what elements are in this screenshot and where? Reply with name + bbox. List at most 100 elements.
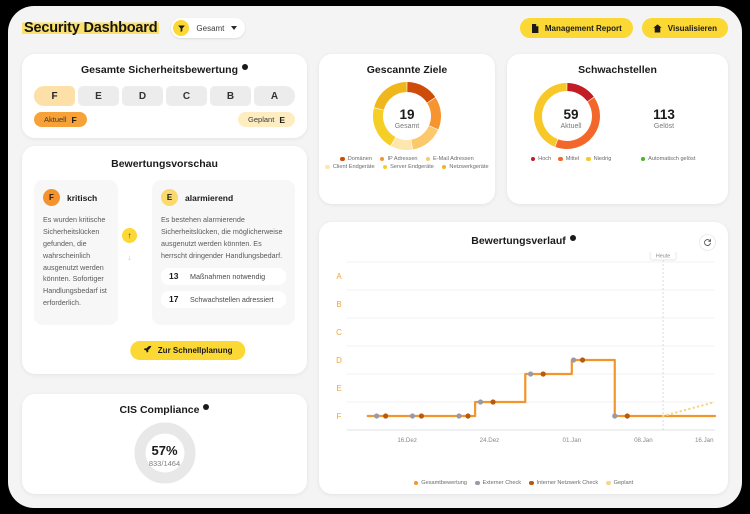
planned-grade-badge: Geplant E [238,112,295,127]
reset-zoom-button[interactable] [699,234,716,251]
history-legend-item[interactable]: Geplant [606,480,633,486]
x-axis-tick-label: 16.Dez [397,437,417,444]
targets-donut-center: 19 Gesamt [371,80,443,157]
info-icon[interactable] [242,64,248,70]
vuln-current-legend-item[interactable]: Niedrig [586,156,611,162]
series-line-geplant[interactable] [663,402,715,416]
scanned-targets-donut: 19 Gesamt [371,80,443,157]
legend-label: Gesamtbewertung [421,480,467,486]
data-point-interner-netzwerk-check[interactable] [419,413,424,418]
data-point-externer-check[interactable] [410,413,415,418]
data-point-externer-check[interactable] [571,357,576,362]
y-axis-tick-label: E [336,384,341,393]
targets-legend-item[interactable]: E-Mail Adressen [426,156,474,162]
y-axis-tick-label: B [336,300,341,309]
legend-label: Client Endgeräte [333,164,375,170]
vulnerabilities-title-text: Schwachstellen [578,64,657,76]
quickplan-button[interactable]: Zur Schnellplanung [130,341,246,360]
data-point-interner-netzwerk-check[interactable] [383,413,388,418]
preview-down-arrow-button[interactable]: ↓ [122,250,137,265]
preview-stat-number: 13 [169,271,181,281]
vuln-current-label: Aktuell [560,123,581,130]
title-area: Security Dashboard Gesamt [22,18,245,38]
scanned-targets-title-text: Gescannte Ziele [367,64,448,76]
scanned-targets-title: Gescannte Ziele [319,64,495,76]
data-point-externer-check[interactable] [374,413,379,418]
score-history-title-text: Bewertungsverlauf [471,235,566,247]
data-point-interner-netzwerk-check[interactable] [580,357,585,362]
targets-legend-item[interactable]: IP Adressen [380,156,418,162]
y-axis-tick-label: C [336,328,342,337]
data-point-interner-netzwerk-check[interactable] [465,413,470,418]
history-legend-item[interactable]: Externer Check [475,480,521,486]
preview-current-text: Es wurden kritische Sicherheitslücken ge… [34,206,118,309]
score-preview-title-text: Bewertungsvorschau [111,158,218,170]
data-point-externer-check[interactable] [478,399,483,404]
scope-filter-value: Gesamt [196,24,224,33]
legend-label: Automatisch gelöst [648,156,695,162]
page-title: Security Dashboard [22,20,159,36]
scope-filter-dropdown[interactable]: Gesamt [171,18,245,38]
data-point-interner-netzwerk-check[interactable] [541,371,546,376]
x-axis-tick-label: 16.Jan [695,437,714,444]
current-grade-value: F [72,115,77,125]
legend-label: IP Adressen [387,156,417,162]
cis-compliance-title: CIS Compliance [22,404,307,416]
vuln-current-legend-item[interactable]: Hoch [531,156,552,162]
dashboard-header: Security Dashboard Gesamt Management Rep… [8,6,742,46]
targets-total-label: Gesamt [395,123,420,130]
history-legend-item[interactable]: Gesamtbewertung [414,480,467,486]
data-point-externer-check[interactable] [456,413,461,418]
cis-compliance-title-text: CIS Compliance [120,404,200,416]
preview-up-arrow-button[interactable]: ↑ [122,228,137,243]
chevron-down-icon [231,26,237,30]
overall-score-title: Gesamte Sicherheitsbewertung [22,64,307,76]
score-history-plot[interactable]: ABCDEFHeute16.Dez24.Dez01.Jan08.Jan16.Ja… [319,252,728,467]
data-point-interner-netzwerk-check[interactable] [625,413,630,418]
history-legend-item[interactable]: Interner Netzwerk Check [529,480,598,486]
targets-legend-item[interactable]: Domänen [340,156,372,162]
legend-label: Niedrig [594,156,612,162]
legend-color-dot [641,157,646,162]
legend-color-dot [340,157,345,162]
funnel-icon [173,20,189,36]
grade-cell-label: B [227,91,234,102]
grade-cell-label: D [139,91,146,102]
legend-color-dot [558,157,563,162]
grade-cell-b[interactable]: B [210,86,251,106]
legend-color-dot [383,165,388,170]
y-axis-tick-label: D [336,356,342,365]
preview-nav-arrows: ↑ ↓ [122,228,137,265]
legend-label: Domänen [348,156,372,162]
grade-cell-e[interactable]: E [78,86,119,106]
info-icon[interactable] [570,235,576,241]
x-axis-tick-label: 24.Dez [480,437,500,444]
visualisieren-button[interactable]: Visualisieren [642,18,728,38]
targets-legend-item[interactable]: Netzwerkgeräte [442,164,489,170]
legend-label: Externer Check [483,480,522,486]
data-point-externer-check[interactable] [612,413,617,418]
reset-icon [703,235,712,250]
overall-score-title-text: Gesamte Sicherheitsbewertung [81,64,238,76]
data-point-externer-check[interactable] [528,371,533,376]
data-point-interner-netzwerk-check[interactable] [490,399,495,404]
vulnerabilities-resolved-donut: 113 Gelöst [624,80,704,157]
grade-cell-label: E [95,91,102,102]
rocket-icon [143,345,152,356]
grade-cell-c[interactable]: C [166,86,207,106]
info-icon[interactable] [203,404,209,410]
grade-cell-d[interactable]: D [122,86,163,106]
management-report-button[interactable]: Management Report [520,18,633,38]
targets-legend-item[interactable]: Server Endgeräte [383,164,434,170]
document-icon [531,24,539,33]
vulnerabilities-title: Schwachstellen [507,64,728,76]
legend-color-dot [414,481,419,486]
vuln-resolved-legend-item[interactable]: Automatisch gelöst [641,156,696,162]
targets-legend-item[interactable]: Client Endgeräte [325,164,374,170]
legend-label: Hoch [538,156,551,162]
grade-cell-a[interactable]: A [254,86,295,106]
preview-stats: 13Maßnahmen notwendig17Schwachstellen ad… [152,268,295,308]
legend-label: Geplant [614,480,634,486]
grade-cell-f[interactable]: F [34,86,75,106]
vuln-current-legend-item[interactable]: Mittel [558,156,579,162]
